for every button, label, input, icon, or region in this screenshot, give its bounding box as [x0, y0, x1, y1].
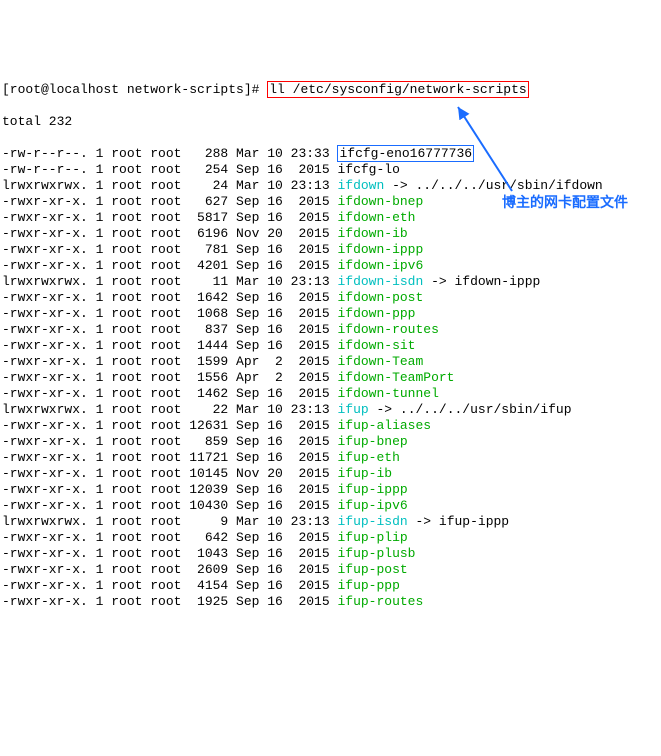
listing-row: -rwxr-xr-x. 1 root root 12039 Sep 16 201… [2, 482, 661, 498]
listing-row: -rwxr-xr-x. 1 root root 12631 Sep 16 201… [2, 418, 661, 434]
prompt-line: [root@localhost network-scripts]# ll /et… [2, 82, 661, 98]
file-name: ifup-isdn [337, 514, 407, 529]
listing-row: -rwxr-xr-x. 1 root root 1599 Apr 2 2015 … [2, 354, 661, 370]
file-name: ifdown-ib [337, 226, 407, 241]
listing-row: -rwxr-xr-x. 1 root root 781 Sep 16 2015 … [2, 242, 661, 258]
file-name: ifdown-ippp [337, 242, 423, 257]
listing-row: -rwxr-xr-x. 1 root root 1043 Sep 16 2015… [2, 546, 661, 562]
listing-row: -rw-r--r--. 1 root root 254 Sep 16 2015 … [2, 162, 661, 178]
file-name: ifdown-TeamPort [337, 370, 454, 385]
file-name: ifdown-bnep [337, 194, 423, 209]
file-name: ifdown-eth [337, 210, 415, 225]
listing-row: -rwxr-xr-x. 1 root root 1462 Sep 16 2015… [2, 386, 661, 402]
listing-row: -rwxr-xr-x. 1 root root 1556 Apr 2 2015 … [2, 370, 661, 386]
listing-row: -rwxr-xr-x. 1 root root 837 Sep 16 2015 … [2, 322, 661, 338]
file-highlight: ifcfg-eno16777736 [337, 145, 474, 162]
listing-row: -rwxr-xr-x. 1 root root 10145 Nov 20 201… [2, 466, 661, 482]
command-highlight: ll /etc/sysconfig/network-scripts [267, 81, 528, 98]
file-name: ifdown-post [337, 290, 423, 305]
symlink-target: -> ifup-ippp [408, 514, 509, 529]
file-name: ifup-ib [337, 466, 392, 481]
symlink-target: -> ../../../usr/sbin/ifup [369, 402, 572, 417]
file-name: ifup [337, 402, 368, 417]
file-name: ifdown-ppp [337, 306, 415, 321]
file-name: ifup-plip [337, 530, 407, 545]
listing-row: -rwxr-xr-x. 1 root root 10430 Sep 16 201… [2, 498, 661, 514]
file-name: ifdown-sit [337, 338, 415, 353]
file-name: ifup-routes [337, 594, 423, 609]
listing-row: -rwxr-xr-x. 1 root root 1444 Sep 16 2015… [2, 338, 661, 354]
listing-row: -rwxr-xr-x. 1 root root 1068 Sep 16 2015… [2, 306, 661, 322]
listing-row: -rwxr-xr-x. 1 root root 642 Sep 16 2015 … [2, 530, 661, 546]
file-name: ifup-eth [337, 450, 399, 465]
listing-row: -rwxr-xr-x. 1 root root 4154 Sep 16 2015… [2, 578, 661, 594]
total-line: total 232 [2, 114, 661, 130]
file-name: ifup-ippp [337, 482, 407, 497]
file-name: ifdown-routes [337, 322, 438, 337]
file-name: ifup-ppp [337, 578, 399, 593]
listing-row: -rwxr-xr-x. 1 root root 5817 Sep 16 2015… [2, 210, 661, 226]
file-name: ifdown-isdn [337, 274, 423, 289]
annotation-label: 博主的网卡配置文件 [502, 194, 628, 210]
shell-prompt: [root@localhost network-scripts]# [2, 82, 267, 97]
file-name: ifup-ipv6 [337, 498, 407, 513]
file-name: ifup-plusb [337, 546, 415, 561]
listing-row: lrwxrwxrwx. 1 root root 22 Mar 10 23:13 … [2, 402, 661, 418]
listing-row: -rwxr-xr-x. 1 root root 2609 Sep 16 2015… [2, 562, 661, 578]
listing-row: -rwxr-xr-x. 1 root root 859 Sep 16 2015 … [2, 434, 661, 450]
listing-row: lrwxrwxrwx. 1 root root 11 Mar 10 23:13 … [2, 274, 661, 290]
file-name: ifup-aliases [337, 418, 431, 433]
listing-row: -rwxr-xr-x. 1 root root 11721 Sep 16 201… [2, 450, 661, 466]
symlink-target: -> ../../../usr/sbin/ifdown [384, 178, 602, 193]
terminal-output: [root@localhost network-scripts]# ll /et… [2, 66, 661, 674]
file-name: ifdown-Team [337, 354, 423, 369]
file-name: ifup-post [337, 562, 407, 577]
listing-row: lrwxrwxrwx. 1 root root 9 Mar 10 23:13 i… [2, 514, 661, 530]
listing-row: lrwxrwxrwx. 1 root root 24 Mar 10 23:13 … [2, 178, 661, 194]
listing-row: -rwxr-xr-x. 1 root root 1925 Sep 16 2015… [2, 594, 661, 610]
listing-row: -rwxr-xr-x. 1 root root 4201 Sep 16 2015… [2, 258, 661, 274]
file-name: ifcfg-lo [337, 162, 399, 177]
file-name: ifdown-ipv6 [337, 258, 423, 273]
listing-row: -rwxr-xr-x. 1 root root 1642 Sep 16 2015… [2, 290, 661, 306]
file-name: ifdown-tunnel [337, 386, 438, 401]
listing-row: -rwxr-xr-x. 1 root root 6196 Nov 20 2015… [2, 226, 661, 242]
file-name: ifup-bnep [337, 434, 407, 449]
file-name: ifdown [337, 178, 384, 193]
listing-row: -rw-r--r--. 1 root root 288 Mar 10 23:33… [2, 146, 661, 162]
symlink-target: -> ifdown-ippp [423, 274, 540, 289]
